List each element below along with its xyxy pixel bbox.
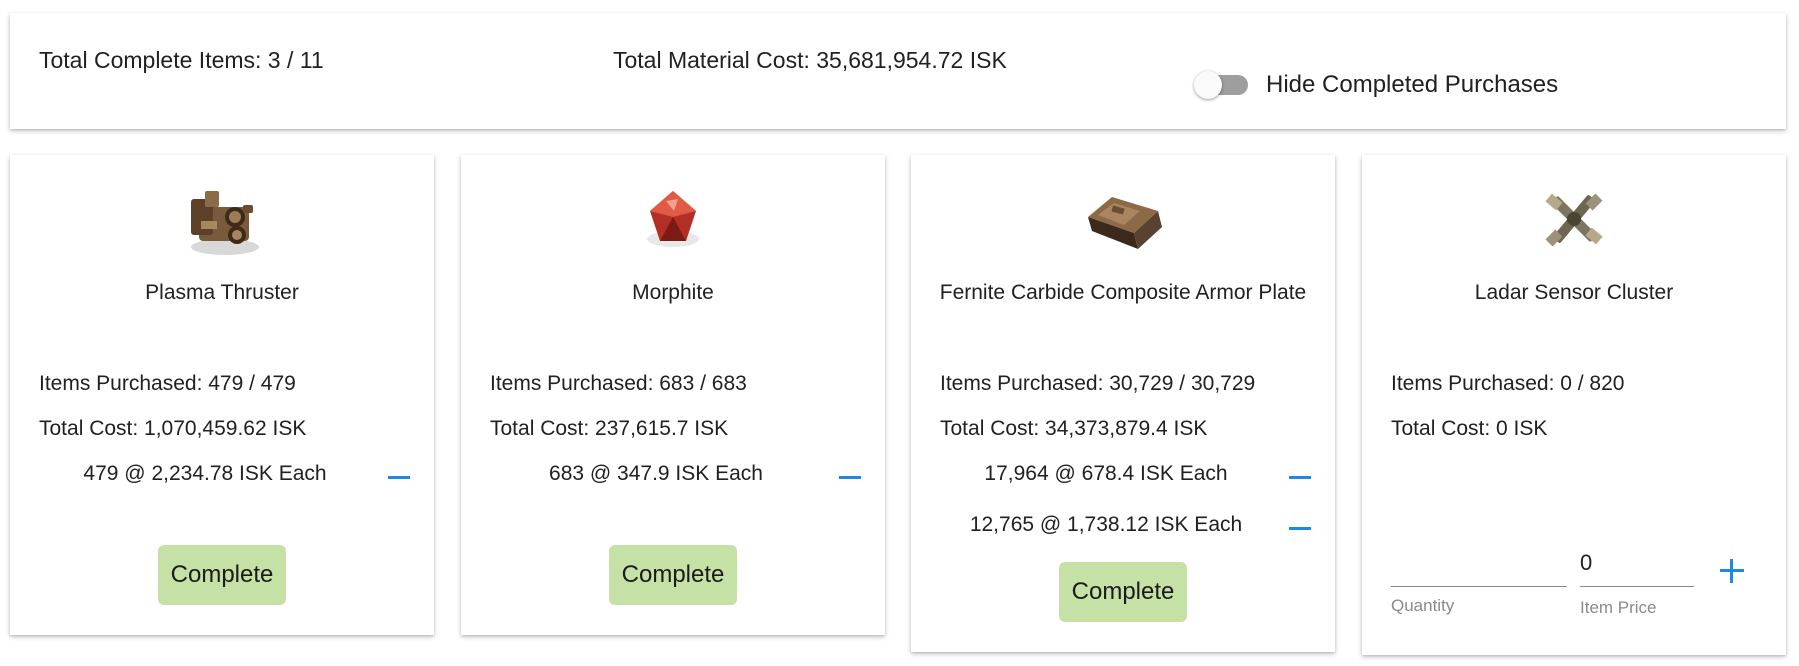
hide-completed-label[interactable]: Hide Completed Purchases — [1266, 71, 1558, 99]
item-card: Fernite Carbide Composite Armor Plate It… — [911, 155, 1335, 652]
items-purchased: Items Purchased: 683 / 683 — [490, 372, 747, 395]
quantity-label: Quantity — [1391, 596, 1455, 615]
item-price-field[interactable]: 0 Item Price — [1580, 550, 1694, 620]
remove-purchase-button[interactable] — [388, 467, 412, 487]
minus-icon — [839, 476, 861, 479]
item-name: Fernite Carbide Composite Armor Plate — [939, 281, 1307, 304]
item-card: Plasma Thruster Items Purchased: 479 / 4… — [10, 155, 434, 635]
item-price-label: Item Price — [1580, 598, 1657, 617]
sensor-cluster-icon — [1529, 177, 1619, 261]
minus-icon — [1289, 527, 1311, 530]
item-card: Morphite Items Purchased: 683 / 683 Tota… — [461, 155, 885, 635]
purchase-entry: 683 @ 347.9 ISK Each — [549, 462, 763, 485]
items-purchased: Items Purchased: 479 / 479 — [39, 372, 296, 395]
minus-icon — [388, 476, 410, 479]
item-name: Morphite — [632, 281, 714, 304]
total-complete-items: Total Complete Items: 3 / 11 — [39, 47, 324, 73]
complete-button[interactable]: Complete — [158, 545, 286, 605]
items-purchased: Items Purchased: 30,729 / 30,729 — [940, 372, 1256, 395]
items-purchased: Items Purchased: 0 / 820 — [1391, 372, 1625, 395]
hide-completed-toggle[interactable] — [1194, 71, 1248, 99]
total-material-cost: Total Material Cost: 35,681,954.72 ISK — [613, 47, 1007, 73]
toggle-thumb — [1194, 71, 1222, 99]
morphite-icon — [628, 177, 718, 261]
total-cost: Total Cost: 237,615.7 ISK — [490, 417, 729, 440]
complete-button[interactable]: Complete — [609, 545, 737, 605]
minus-icon — [1289, 476, 1311, 479]
total-cost: Total Cost: 1,070,459.62 ISK — [39, 417, 307, 440]
item-name: Plasma Thruster — [145, 281, 299, 304]
purchase-entry: 479 @ 2,234.78 ISK Each — [83, 462, 327, 485]
plasma-thruster-icon — [177, 177, 267, 261]
item-card: Ladar Sensor Cluster Items Purchased: 0 … — [1362, 155, 1786, 655]
remove-purchase-button[interactable] — [1289, 467, 1313, 487]
armor-plate-icon — [1078, 177, 1168, 261]
total-cost: Total Cost: 0 ISK — [1391, 417, 1548, 440]
total-cost: Total Cost: 34,373,879.4 ISK — [940, 417, 1208, 440]
add-purchase-button[interactable] — [1718, 557, 1746, 585]
item-name: Ladar Sensor Cluster — [1474, 281, 1674, 304]
purchase-entry: 12,765 @ 1,738.12 ISK Each — [969, 513, 1243, 536]
quantity-field[interactable]: Quantity — [1391, 550, 1567, 620]
quantity-underline — [1391, 586, 1567, 587]
summary-panel: Total Complete Items: 3 / 11 Total Mater… — [10, 13, 1786, 129]
item-price-input[interactable]: 0 — [1580, 550, 1592, 576]
complete-button[interactable]: Complete — [1059, 562, 1187, 622]
purchase-entry: 17,964 @ 678.4 ISK Each — [984, 462, 1228, 485]
remove-purchase-button[interactable] — [839, 467, 863, 487]
remove-purchase-button[interactable] — [1289, 518, 1313, 538]
item-price-underline — [1580, 586, 1694, 587]
